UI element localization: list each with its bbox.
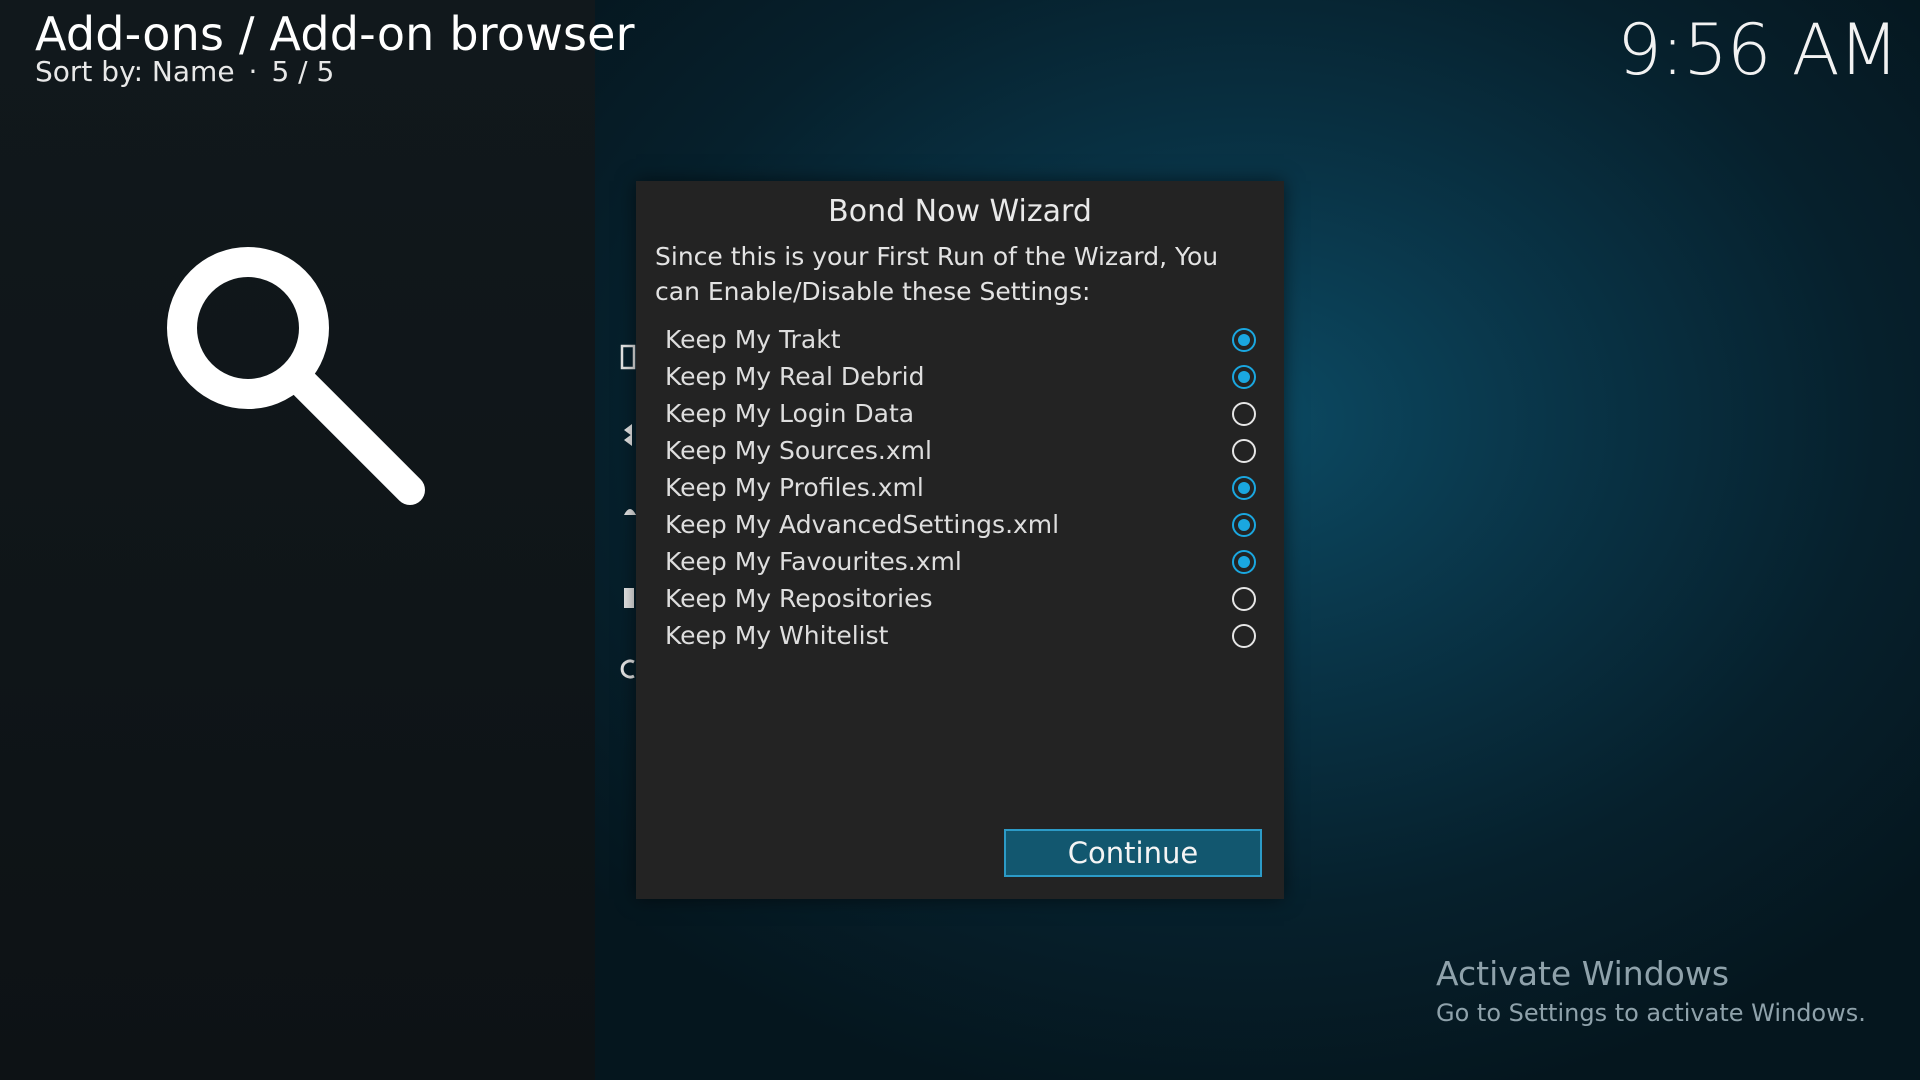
- option-keep-login-data[interactable]: Keep My Login Data: [636, 395, 1284, 432]
- radio-unselected-icon[interactable]: [1232, 624, 1256, 648]
- item-count: 5 / 5: [271, 55, 335, 88]
- option-keep-favourites[interactable]: Keep My Favourites.xml: [636, 543, 1284, 580]
- option-label: Keep My Favourites.xml: [665, 547, 962, 576]
- option-label: Keep My Profiles.xml: [665, 473, 924, 502]
- dialog-title: Bond Now Wizard: [828, 194, 1092, 229]
- dialog-message: Since this is your First Run of the Wiza…: [655, 242, 1219, 306]
- option-label: Keep My AdvancedSettings.xml: [665, 510, 1060, 539]
- kodi-screen: Add-ons / Add-on browser Sort by: Name · 5…: [0, 0, 1920, 1080]
- option-label: Keep My Trakt: [665, 325, 841, 354]
- radio-unselected-icon[interactable]: [1232, 402, 1256, 426]
- options-list: Keep My Trakt Keep My Real Debrid Keep M…: [636, 321, 1284, 654]
- search-icon[interactable]: [160, 240, 440, 520]
- radio-selected-icon[interactable]: [1232, 513, 1256, 537]
- watermark-subtitle: Go to Settings to activate Windows.: [1436, 999, 1866, 1027]
- radio-unselected-icon[interactable]: [1232, 439, 1256, 463]
- radio-selected-icon[interactable]: [1232, 476, 1256, 500]
- wizard-dialog: Bond Now Wizard Since this is your First…: [636, 181, 1284, 899]
- sort-status: Sort by: Name · 5 / 5: [35, 52, 334, 92]
- option-label: Keep My Real Debrid: [665, 362, 925, 391]
- option-keep-whitelist[interactable]: Keep My Whitelist: [636, 617, 1284, 654]
- radio-selected-icon[interactable]: [1232, 365, 1256, 389]
- continue-button[interactable]: Continue: [1004, 829, 1262, 877]
- option-keep-advancedsettings[interactable]: Keep My AdvancedSettings.xml: [636, 506, 1284, 543]
- radio-selected-icon[interactable]: [1232, 328, 1256, 352]
- option-label: Keep My Repositories: [665, 584, 933, 613]
- left-panel: [0, 0, 595, 1080]
- radio-unselected-icon[interactable]: [1232, 587, 1256, 611]
- option-keep-real-debrid[interactable]: Keep My Real Debrid: [636, 358, 1284, 395]
- option-keep-sources[interactable]: Keep My Sources.xml: [636, 432, 1284, 469]
- clock: 9:56 AM: [1617, 9, 1899, 91]
- sort-label: Sort by: Name: [35, 55, 235, 88]
- separator-dot: ·: [248, 55, 258, 88]
- radio-selected-icon[interactable]: [1232, 550, 1256, 574]
- watermark-title: Activate Windows: [1436, 954, 1730, 993]
- option-label: Keep My Login Data: [665, 399, 915, 428]
- option-label: Keep My Whitelist: [665, 621, 889, 650]
- activate-windows-watermark: Activate Windows Go to Settings to activ…: [1436, 952, 1866, 1030]
- option-label: Keep My Sources.xml: [665, 436, 932, 465]
- option-keep-trakt[interactable]: Keep My Trakt: [636, 321, 1284, 358]
- option-keep-profiles[interactable]: Keep My Profiles.xml: [636, 469, 1284, 506]
- option-keep-repositories[interactable]: Keep My Repositories: [636, 580, 1284, 617]
